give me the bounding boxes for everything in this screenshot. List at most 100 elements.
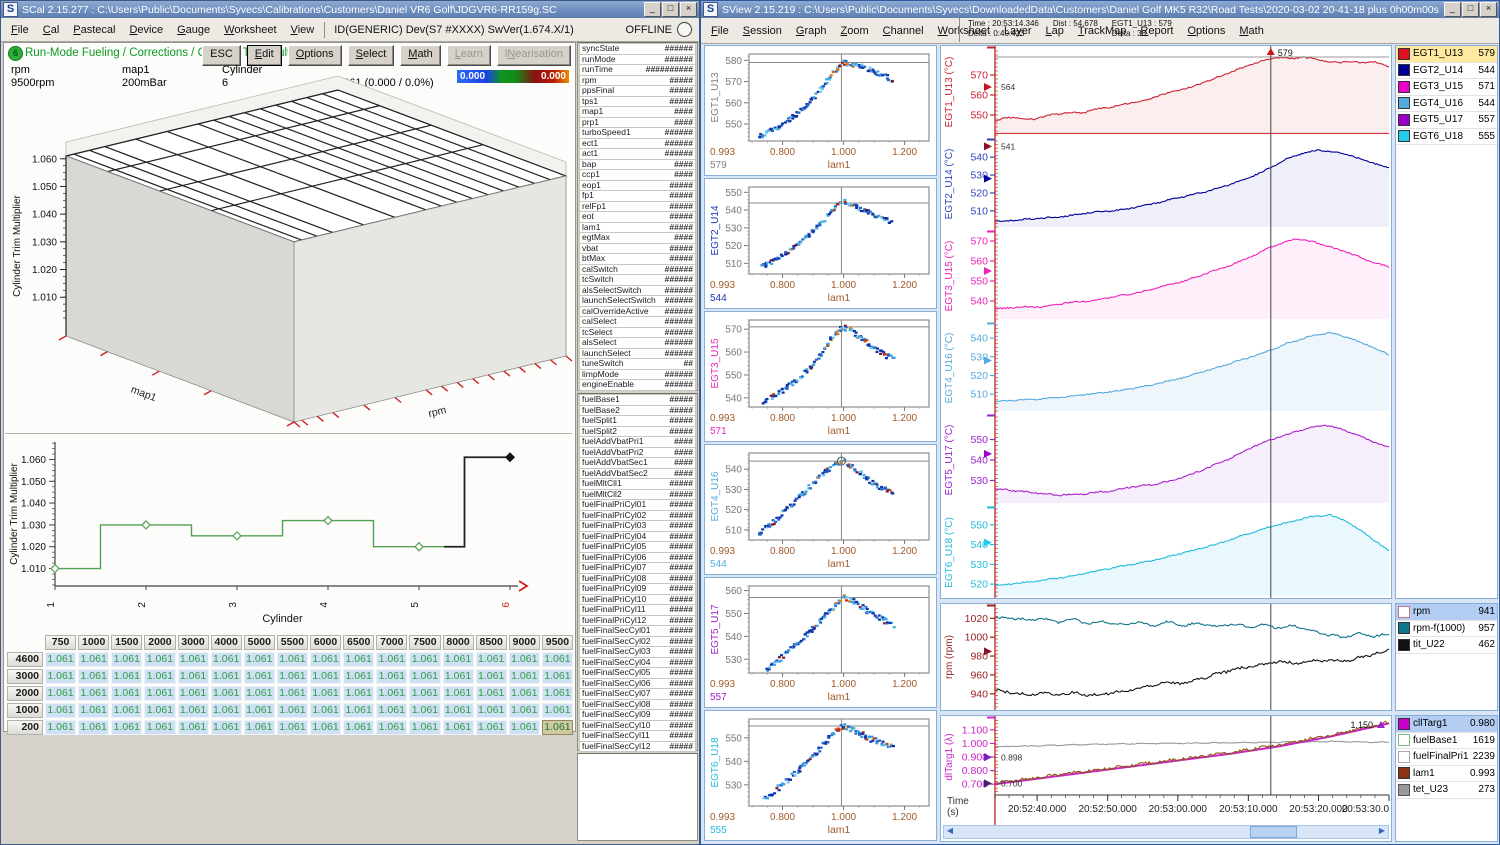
table-cell[interactable]: 1.061: [509, 720, 540, 735]
legend-row-clltarg1[interactable]: cllTarg10.980: [1396, 716, 1497, 733]
table-cell[interactable]: 1.061: [144, 720, 175, 735]
rpm-chart[interactable]: 94096098010001020rpm (rpm): [941, 604, 1391, 710]
watch-row-fuelfinalpricyl06[interactable]: fuelFinalPriCyl06#####: [579, 552, 696, 564]
scatter-panel-egt5-u17[interactable]: 5305405505600.8001.0001.200EGT5_U17lam10…: [704, 577, 937, 708]
table-cell[interactable]: 1.061: [45, 703, 76, 718]
table-cell[interactable]: 1.061: [542, 686, 573, 701]
scatter-panel-egt3-u15[interactable]: 5405505605700.8001.0001.200EGT3_U15lam10…: [704, 311, 937, 442]
table-col-header[interactable]: 2000: [144, 635, 175, 650]
table-cell[interactable]: 1.061: [144, 703, 175, 718]
egt5-u17-c--strip-chart[interactable]: 530540550EGT5_U17 (°C): [941, 414, 1391, 506]
table-cell[interactable]: 1.061: [45, 652, 76, 667]
watch-row-fuelfinalseccyl05[interactable]: fuelFinalSecCyl05#####: [579, 667, 696, 679]
legend-row-egt2-u14[interactable]: EGT2_U14544: [1396, 63, 1497, 80]
table-cell[interactable]: 1.061: [542, 720, 573, 735]
table-cell[interactable]: 1.061: [376, 669, 407, 684]
table-cell[interactable]: 1.061: [78, 720, 109, 735]
table-cell[interactable]: 1.061: [277, 686, 308, 701]
table-cell[interactable]: 1.061: [476, 703, 507, 718]
table-cell[interactable]: 1.061: [542, 669, 573, 684]
watch-row-fuelfinalpricyl12[interactable]: fuelFinalPriCyl12#####: [579, 615, 696, 627]
watch-row-fueladdvbatsec2[interactable]: fuelAddVbatSec2####: [579, 468, 696, 480]
table-cell[interactable]: 1.061: [542, 652, 573, 667]
menu-item-file[interactable]: File: [4, 21, 36, 39]
table-cell[interactable]: 1.061: [409, 686, 440, 701]
menu-item-device[interactable]: Device: [122, 21, 170, 39]
cylinder-trim-step-chart[interactable]: 1.0101.0201.0301.0401.0501.060Cylinder T…: [5, 433, 572, 632]
close-button[interactable]: ×: [680, 2, 697, 17]
table-cell[interactable]: 1.061: [277, 669, 308, 684]
table-cell[interactable]: 1.061: [476, 669, 507, 684]
table-cell[interactable]: 1.061: [443, 720, 474, 735]
table-cell[interactable]: 1.061: [178, 686, 209, 701]
egt6-u18-c--strip-chart[interactable]: 520530540550EGT6_U18 (°C): [941, 506, 1391, 599]
table-cell[interactable]: 1.061: [343, 703, 374, 718]
egt4-u16-scatter-chart[interactable]: 5105205305400.8001.0001.200EGT4_U16lam10…: [705, 445, 936, 574]
watch-row-fueladdvbatpri2[interactable]: fuelAddVbatPri2####: [579, 447, 696, 459]
legend-row-egt5-u17[interactable]: EGT5_U17557: [1396, 112, 1497, 129]
table-cell[interactable]: 1.061: [211, 669, 242, 684]
table-cell[interactable]: 1.061: [443, 686, 474, 701]
watch-row-fueladdvbatsec1[interactable]: fuelAddVbatSec1####: [579, 457, 696, 469]
table-cell[interactable]: 1.061: [178, 652, 209, 667]
table-cell[interactable]: 1.061: [376, 720, 407, 735]
scatter-panel-egt2-u14[interactable]: 5105205305405500.8001.0001.200EGT2_U14la…: [704, 178, 937, 309]
table-col-header[interactable]: 9000: [509, 635, 540, 650]
watch-row-fuelfinalpricyl05[interactable]: fuelFinalPriCyl05#####: [579, 541, 696, 553]
egt-strip-chart-panel[interactable]: 550560570EGT1_U13 (°C)564579510520530540…: [940, 45, 1392, 599]
table-cell[interactable]: 1.061: [277, 652, 308, 667]
egt3-u15-scatter-chart[interactable]: 5405505605700.8001.0001.200EGT3_U15lam10…: [705, 312, 936, 441]
table-cell[interactable]: 1.061: [542, 703, 573, 718]
table-cell[interactable]: 1.061: [244, 703, 275, 718]
watch-row-fueladdvbatpri1[interactable]: fuelAddVbatPri1####: [579, 436, 696, 448]
scatter-panel-egt6-u18[interactable]: 5305405500.8001.0001.200EGT6_U18lam10.99…: [704, 710, 937, 841]
watch-row-fuelfinalseccyl02[interactable]: fuelFinalSecCyl02#####: [579, 636, 696, 648]
table-cell[interactable]: 1.061: [343, 720, 374, 735]
table-cell[interactable]: 1.061: [509, 652, 540, 667]
legend-row-lam1[interactable]: lam10.993: [1396, 766, 1497, 783]
watch-row-fuelfinalseccyl09[interactable]: fuelFinalSecCyl09#####: [579, 709, 696, 721]
table-col-header[interactable]: 1000: [78, 635, 109, 650]
table-cell[interactable]: 1.061: [343, 652, 374, 667]
table-cell[interactable]: 1.061: [244, 686, 275, 701]
table-col-header[interactable]: 9500: [542, 635, 573, 650]
minimize-button[interactable]: _: [644, 2, 661, 17]
table-cell[interactable]: 1.061: [409, 720, 440, 735]
options-button[interactable]: Options: [288, 45, 342, 66]
table-cell[interactable]: 1.061: [111, 669, 142, 684]
menu-item-graph[interactable]: Graph: [789, 22, 834, 40]
rpm-chart-panel[interactable]: 94096098010001020rpm (rpm): [940, 603, 1392, 711]
table-col-header[interactable]: 8500: [476, 635, 507, 650]
minimize-button[interactable]: _: [1444, 2, 1461, 17]
table-cell[interactable]: 1.061: [310, 652, 341, 667]
table-row-header[interactable]: 200: [7, 720, 43, 735]
table-cell[interactable]: 1.061: [144, 652, 175, 667]
table-cell[interactable]: 1.061: [509, 669, 540, 684]
watch-row-fuelfinalpricyl11[interactable]: fuelFinalPriCyl11#####: [579, 604, 696, 616]
time-scrollbar[interactable]: ◀ ▶: [943, 825, 1389, 839]
close-button[interactable]: ×: [1480, 2, 1497, 17]
watch-row-fuelfinalseccyl04[interactable]: fuelFinalSecCyl04#####: [579, 657, 696, 669]
table-row-header[interactable]: 4600: [7, 652, 43, 667]
legend-row-tet-u23[interactable]: tet_U23273: [1396, 782, 1497, 799]
table-cell[interactable]: 1.061: [509, 703, 540, 718]
table-row-header[interactable]: 2000: [7, 686, 43, 701]
table-cell[interactable]: 1.061: [476, 720, 507, 735]
table-cell[interactable]: 1.061: [376, 686, 407, 701]
watch-row-fuelfinalpricyl04[interactable]: fuelFinalPriCyl04#####: [579, 531, 696, 543]
table-cell[interactable]: 1.061: [144, 686, 175, 701]
table-cell[interactable]: 1.061: [310, 720, 341, 735]
table-cell[interactable]: 1.061: [45, 686, 76, 701]
egt4-u16-c--strip-chart[interactable]: 510520530540EGT4_U16 (°C): [941, 322, 1391, 414]
table-row-header[interactable]: 3000: [7, 669, 43, 684]
table-cell[interactable]: 1.061: [443, 669, 474, 684]
table-cell[interactable]: 1.061: [45, 720, 76, 735]
table-cell[interactable]: 1.061: [376, 703, 407, 718]
scroll-right-icon[interactable]: ▶: [1376, 826, 1388, 836]
edit-button[interactable]: Edit: [247, 45, 282, 66]
lambda-chart[interactable]: 0.7000.8000.9001.0001.100dlTarg1 (λ)0.89…: [941, 716, 1391, 826]
menu-item-channel[interactable]: Channel: [876, 22, 931, 40]
table-cell[interactable]: 1.061: [277, 720, 308, 735]
table-cell[interactable]: 1.061: [78, 669, 109, 684]
scatter-panel-egt1-u13[interactable]: 5505605705800.8001.0001.200EGT1_U13lam10…: [704, 45, 937, 176]
